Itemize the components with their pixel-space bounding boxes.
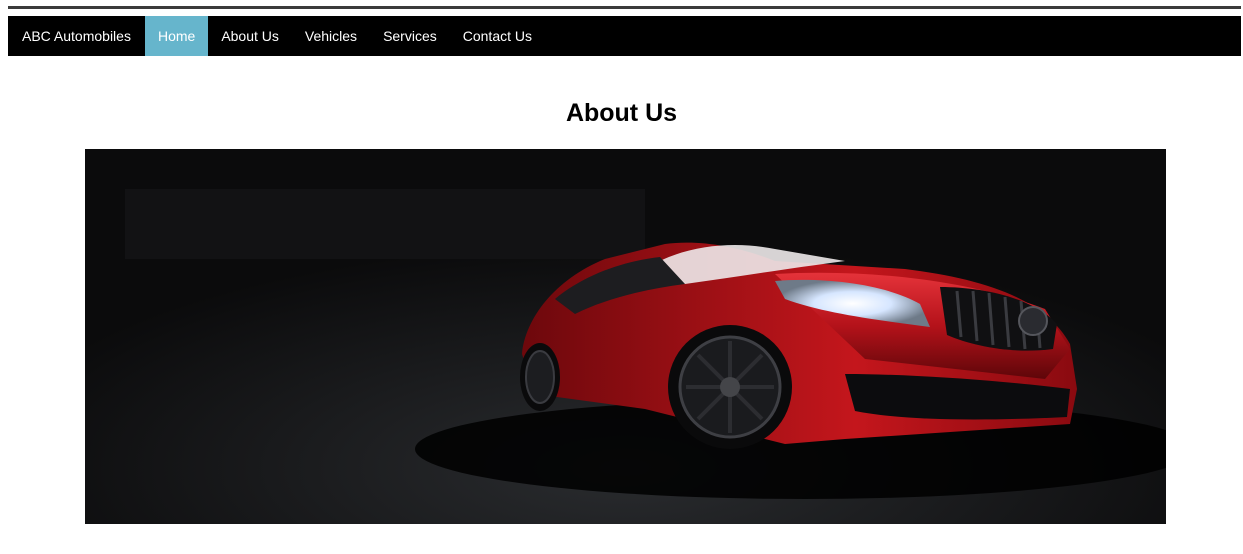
navbar: ABC Automobiles Home About Us Vehicles S… — [8, 16, 1241, 56]
nav-item-contact-us[interactable]: Contact Us — [450, 16, 545, 56]
hero-image — [85, 149, 1166, 524]
page-title: About Us — [565, 99, 678, 127]
nav-brand[interactable]: ABC Automobiles — [8, 16, 145, 56]
page: ABC Automobiles Home About Us Vehicles S… — [0, 0, 1243, 554]
top-divider — [8, 6, 1241, 9]
nav-item-home[interactable]: Home — [144, 16, 209, 56]
red-sports-car-photo — [85, 149, 1166, 524]
nav-item-services[interactable]: Services — [370, 16, 450, 56]
nav-item-vehicles[interactable]: Vehicles — [292, 16, 370, 56]
nav-item-about-us[interactable]: About Us — [208, 16, 292, 56]
